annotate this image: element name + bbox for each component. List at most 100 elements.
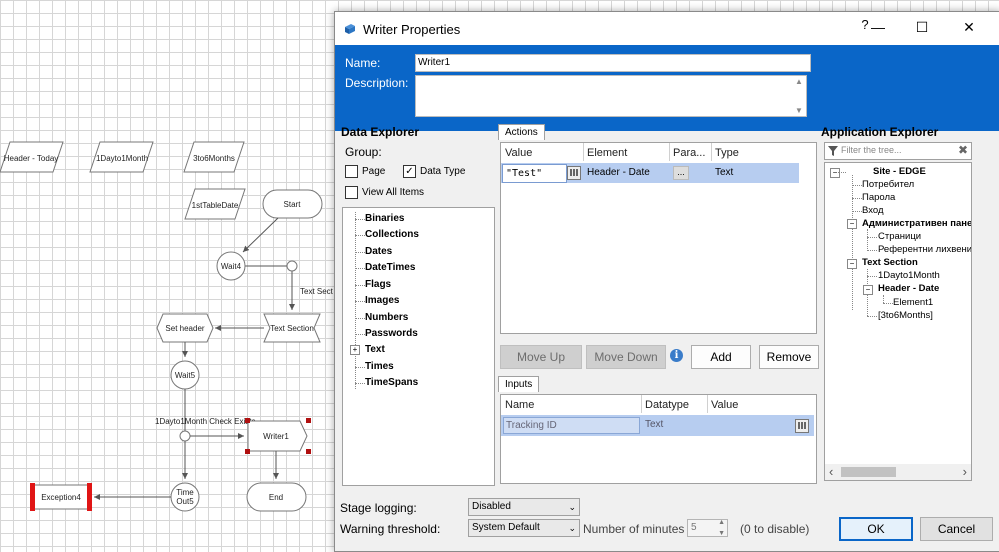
- tree-item-numbers[interactable]: Numbers: [365, 312, 408, 323]
- inputs-grid[interactable]: Name Datatype Value Tracking ID Text: [500, 394, 817, 484]
- minutes-value: 5: [691, 522, 697, 533]
- inputs-col-value[interactable]: Value: [711, 399, 738, 411]
- app-tree-item-stranitsi[interactable]: Страници: [878, 231, 921, 242]
- selection-handle[interactable]: [245, 418, 250, 423]
- cancel-button[interactable]: Cancel: [920, 517, 993, 541]
- tab-inputs[interactable]: Inputs: [498, 376, 540, 392]
- set-header-stage[interactable]: Set header: [156, 313, 214, 343]
- app-tree-site-edge[interactable]: Site - EDGE: [873, 166, 926, 177]
- dialog-title: Writer Properties: [363, 22, 461, 37]
- application-explorer-tree[interactable]: − Site - EDGE Потребител Парола Вход − А…: [824, 162, 972, 481]
- wait4-stage[interactable]: Wait4: [216, 251, 246, 281]
- tree-item-flags[interactable]: Flags: [365, 279, 391, 290]
- tree-item-collections[interactable]: Collections: [365, 229, 419, 240]
- scroll-up-icon[interactable]: ▲: [792, 77, 806, 86]
- time-out5-stage[interactable]: Time Out5: [170, 482, 200, 512]
- stage-logging-select[interactable]: Disabled ⌄: [468, 498, 580, 516]
- params-ellipsis-button[interactable]: ...: [673, 166, 689, 180]
- page-checkbox[interactable]: [345, 165, 358, 178]
- collapse-icon[interactable]: −: [847, 219, 857, 229]
- app-tree-item-header-date[interactable]: Header - Date: [878, 283, 939, 294]
- maximize-button[interactable]: ☐: [912, 19, 932, 36]
- app-tree-item-potrebitel[interactable]: Потребител: [862, 179, 914, 190]
- actions-col-value[interactable]: Value: [505, 147, 532, 159]
- actions-col-type[interactable]: Type: [715, 147, 739, 159]
- data-type-checkbox-label: Data Type: [420, 166, 466, 177]
- app-tree-item-text-section[interactable]: Text Section: [862, 257, 918, 268]
- selection-handle[interactable]: [306, 449, 311, 454]
- warning-threshold-select[interactable]: System Default ⌄: [468, 519, 580, 537]
- remove-button[interactable]: Remove: [759, 345, 819, 369]
- calculator-icon[interactable]: [567, 166, 581, 180]
- move-down-button[interactable]: Move Down: [586, 345, 666, 369]
- exception4-stage[interactable]: Exception4: [30, 483, 92, 511]
- collapse-icon[interactable]: −: [863, 285, 873, 295]
- selection-handle[interactable]: [306, 418, 311, 423]
- move-up-button[interactable]: Move Up: [500, 345, 582, 369]
- name-field[interactable]: Writer1: [415, 54, 811, 72]
- tree-item-binaries[interactable]: Binaries: [365, 213, 404, 224]
- app-tree-hscrollbar[interactable]: ‹ ›: [825, 464, 971, 480]
- data-item-1dayto1month[interactable]: 1Dayto1Month: [89, 141, 154, 173]
- app-tree-item-admin-panel[interactable]: Административен панел: [862, 218, 971, 229]
- data-item-1sttabledate[interactable]: 1stTableDate: [184, 188, 246, 220]
- app-tree-item-parola[interactable]: Парола: [862, 192, 895, 203]
- inputs-col-datatype[interactable]: Datatype: [645, 399, 689, 411]
- tree-item-timespans[interactable]: TimeSpans: [365, 377, 418, 388]
- input-name-field[interactable]: Tracking ID: [503, 417, 640, 434]
- add-button[interactable]: Add: [691, 345, 751, 369]
- ok-button[interactable]: OK: [839, 517, 913, 541]
- text-section-stage[interactable]: Text Section: [263, 313, 321, 343]
- stepper-arrows-icon[interactable]: ▲ ▼: [718, 517, 725, 539]
- collapse-icon[interactable]: −: [830, 168, 840, 178]
- dialog-titlebar[interactable]: Writer Properties ? — ☐ ✕: [335, 12, 999, 45]
- actions-col-params[interactable]: Para...: [673, 147, 705, 159]
- tree-item-times[interactable]: Times: [365, 361, 394, 372]
- app-tree-item-1dayto1month[interactable]: 1Dayto1Month: [878, 270, 940, 281]
- calculator-icon[interactable]: [795, 419, 809, 433]
- actions-grid[interactable]: Value Element Para... Type "Test" Header…: [500, 142, 817, 334]
- data-item-header-today[interactable]: Header - Today: [0, 141, 64, 173]
- scroll-left-icon[interactable]: ‹: [829, 464, 833, 479]
- end-stage[interactable]: End: [246, 482, 307, 512]
- data-item-3to6months[interactable]: 3to6Months: [183, 141, 245, 173]
- view-all-checkbox[interactable]: [345, 186, 358, 199]
- tree-item-datetimes[interactable]: DateTimes: [365, 262, 415, 273]
- description-scrollbar[interactable]: ▲ ▼: [792, 76, 806, 116]
- filter-tree-input[interactable]: Filter the tree... ✖: [824, 142, 972, 160]
- inputs-col-name[interactable]: Name: [505, 399, 534, 411]
- info-icon[interactable]: i: [670, 349, 683, 362]
- actions-col-element[interactable]: Element: [587, 147, 627, 159]
- data-explorer-tree[interactable]: Binaries Collections Dates DateTimes Fla…: [342, 207, 495, 486]
- input-datatype: Text: [645, 419, 664, 430]
- inputs-row[interactable]: Tracking ID Text: [501, 415, 814, 436]
- tree-item-passwords[interactable]: Passwords: [365, 328, 418, 339]
- actions-row[interactable]: "Test" Header - Date ... Text: [501, 163, 799, 183]
- tree-item-dates[interactable]: Dates: [365, 246, 392, 257]
- wait5-stage[interactable]: Wait5: [170, 360, 200, 390]
- data-type-checkbox[interactable]: ✓: [403, 165, 416, 178]
- app-tree-item-vhod[interactable]: Вход: [862, 205, 884, 216]
- writer1-stage-label: Writer1: [263, 432, 289, 441]
- clear-filter-icon[interactable]: ✖: [958, 143, 968, 157]
- selection-handle[interactable]: [245, 449, 250, 454]
- scroll-down-icon[interactable]: ▼: [792, 106, 806, 115]
- scroll-right-icon[interactable]: ›: [963, 464, 967, 479]
- scroll-thumb[interactable]: [841, 467, 896, 477]
- tree-item-images[interactable]: Images: [365, 295, 399, 306]
- app-tree-item-referentni[interactable]: Референтни лихвени: [878, 244, 971, 255]
- close-button[interactable]: ✕: [959, 19, 979, 36]
- tree-item-text[interactable]: Text: [365, 344, 385, 355]
- writer1-stage[interactable]: Writer1: [245, 418, 311, 454]
- app-tree-item-element1[interactable]: Element1: [893, 297, 933, 308]
- start-stage[interactable]: Start: [262, 189, 323, 219]
- action-value-field[interactable]: "Test": [502, 164, 567, 183]
- description-field[interactable]: ▲ ▼: [415, 75, 807, 117]
- data-item-1dayto1month-label: 1Dayto1Month: [96, 154, 148, 163]
- collapse-icon[interactable]: −: [847, 259, 857, 269]
- expand-icon[interactable]: +: [350, 345, 360, 355]
- tab-actions[interactable]: Actions: [498, 124, 545, 140]
- app-tree-item-3to6months[interactable]: [3to6Months]: [878, 310, 933, 321]
- minimize-button[interactable]: —: [868, 19, 888, 35]
- minutes-stepper[interactable]: 5 ▲ ▼: [687, 519, 728, 537]
